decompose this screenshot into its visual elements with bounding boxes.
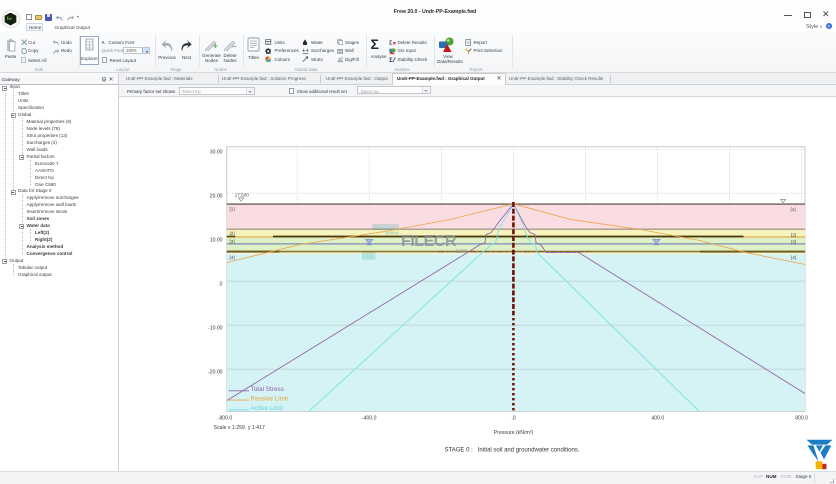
svg-text:Active Limit: Active Limit	[251, 405, 284, 412]
svg-text:[4]: [4]	[791, 255, 796, 260]
svg-text:STAGE 0 : Initial soil and g: STAGE 0 : Initial soil and groundwater c…	[445, 447, 580, 453]
svg-text:Total Stress: Total Stress	[251, 386, 284, 393]
svg-text:800.0: 800.0	[795, 416, 808, 422]
svg-text:[4]: [4]	[230, 255, 235, 260]
svg-text:10.00: 10.00	[210, 237, 223, 243]
svg-text:400.0: 400.0	[651, 416, 664, 422]
svg-text:.0: .0	[511, 416, 515, 422]
svg-text:[2]: [2]	[791, 233, 796, 238]
svg-text:Σ: Σ	[389, 57, 393, 63]
svg-text:Scale x 1:259 y 1:417: Scale x 1:259 y 1:417	[214, 425, 265, 431]
svg-text:[3]: [3]	[230, 239, 235, 244]
svg-text:-800.0: -800.0	[218, 416, 233, 422]
svg-text:Passive Limit: Passive Limit	[251, 395, 289, 402]
svg-text:20.00: 20.00	[210, 193, 223, 199]
svg-text:[1]: [1]	[791, 207, 796, 212]
svg-text:Σ: Σ	[389, 40, 393, 45]
svg-text:[2]: [2]	[230, 231, 235, 236]
svg-text:Pressure (kN/m²): Pressure (kN/m²)	[494, 430, 534, 436]
svg-text:FILECR: FILECR	[401, 233, 457, 250]
svg-text:17.500: 17.500	[235, 192, 249, 197]
svg-text:-20.00: -20.00	[208, 369, 223, 375]
svg-text:30.00: 30.00	[210, 150, 223, 156]
svg-text:.0: .0	[218, 281, 222, 287]
svg-text:[1]: [1]	[230, 206, 235, 211]
svg-text:-400.0: -400.0	[362, 416, 377, 422]
svg-text:-10.00: -10.00	[208, 325, 223, 331]
svg-text:[3]: [3]	[791, 239, 796, 244]
